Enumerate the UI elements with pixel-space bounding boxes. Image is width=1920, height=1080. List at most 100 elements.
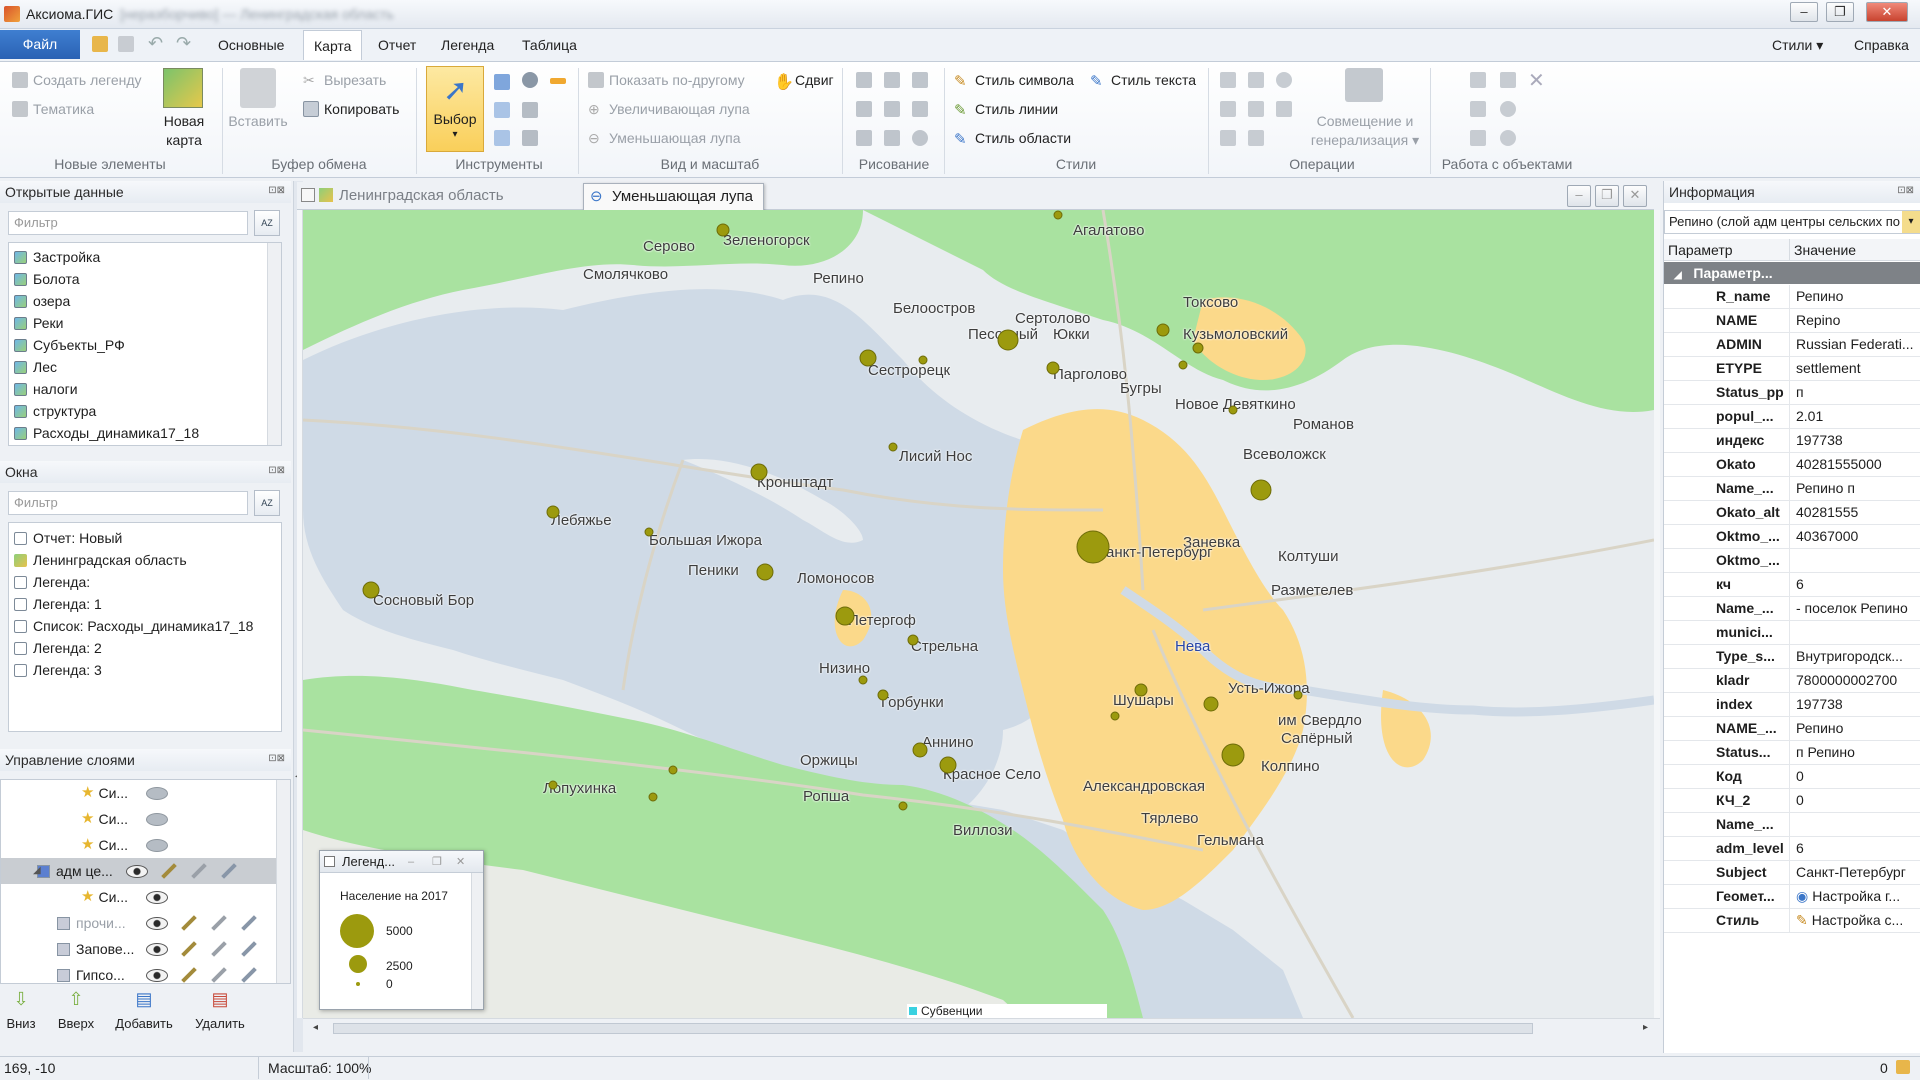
layer-row[interactable]: Гипсо... (1, 962, 290, 983)
layer-row[interactable]: Запове... (1, 936, 290, 962)
edit-pen-icon[interactable] (181, 915, 197, 931)
layer-row[interactable]: ★ Си... (1, 832, 290, 858)
info-row[interactable]: R_name Репино (1664, 285, 1920, 309)
op-1-icon[interactable] (1220, 72, 1236, 88)
population-symbol[interactable] (918, 355, 928, 365)
visibility-eye-icon[interactable] (146, 890, 169, 904)
info-row[interactable]: Status_pp п (1664, 381, 1920, 405)
population-symbol[interactable] (1134, 683, 1148, 697)
open-data-item[interactable]: Реки (9, 312, 281, 334)
legend-close-button[interactable]: ✕ (456, 851, 465, 873)
edit-pen-icon[interactable] (161, 863, 177, 879)
info-row[interactable]: Стиль ✎ Настройка с... (1664, 909, 1920, 933)
op-8-icon[interactable] (1248, 130, 1264, 146)
hammer-icon[interactable] (1345, 68, 1383, 102)
open-data-item[interactable]: Расходы_динамика17_18 (9, 422, 281, 444)
panel-pin-icon[interactable]: ⊡⊠ (268, 753, 285, 764)
zoom-in-button[interactable]: ⊕ Увеличивающая лупа (588, 101, 750, 117)
visibility-eye-icon[interactable] (146, 838, 169, 852)
open-data-filter-input[interactable]: Фильтр (8, 211, 248, 235)
tab-file[interactable]: Файл (0, 30, 80, 59)
op-5-icon[interactable] (1248, 101, 1264, 117)
population-symbol[interactable] (750, 463, 768, 481)
pan-button[interactable]: ✋ Сдвиг (774, 72, 834, 91)
population-symbol[interactable] (1192, 342, 1204, 354)
map-minimize-button[interactable]: – (1567, 185, 1591, 207)
select-all-icon[interactable] (494, 130, 510, 146)
population-symbol[interactable] (1046, 361, 1060, 375)
draw-rect-icon[interactable] (912, 72, 928, 88)
info-row[interactable]: ADMIN Russian Federati... (1664, 333, 1920, 357)
layer-row[interactable]: ★ Си... (1, 806, 290, 832)
create-legend-button[interactable]: Создать легенду (12, 72, 142, 88)
map-canvas[interactable]: Агалатово Серово Зеленогорск Смолячково Репи… (303, 210, 1654, 1018)
visibility-eye-icon[interactable] (146, 812, 169, 826)
info-row[interactable]: Код 0 (1664, 765, 1920, 789)
draw-polyline-icon[interactable] (884, 101, 900, 117)
cut-button[interactable]: ✂ Вырезать (303, 72, 386, 88)
obj-2-icon[interactable] (1500, 72, 1516, 88)
map-horizontal-scrollbar[interactable]: ◂ ▸ (303, 1018, 1660, 1038)
open-data-item[interactable]: Субъекты_РФ (9, 334, 281, 356)
label-icon[interactable] (241, 915, 257, 931)
layer-remove-button[interactable]: ▤ Удалить (190, 989, 250, 1031)
area-style-button[interactable]: ✎ Стиль области (954, 130, 1071, 148)
paste-label[interactable]: Вставить (226, 112, 290, 131)
panel-pin-icon[interactable]: ⊡⊠ (1897, 185, 1914, 196)
info-row[interactable]: index 197738 (1664, 693, 1920, 717)
zoom-out-button[interactable]: ⊖ Уменьшающая лупа (588, 130, 741, 146)
obj-4-icon[interactable] (1500, 101, 1516, 117)
select-polygon-icon[interactable] (522, 102, 538, 118)
population-symbol[interactable] (648, 792, 658, 802)
tab-map[interactable]: Карта (303, 30, 363, 60)
select-pen-icon[interactable] (211, 967, 227, 983)
population-symbol[interactable] (362, 581, 380, 599)
edit-pen-icon[interactable] (181, 967, 197, 983)
select-pen-icon[interactable] (191, 863, 207, 879)
label-icon[interactable] (221, 863, 237, 879)
sort-az-icon[interactable]: AZ (254, 490, 280, 516)
info-row[interactable]: adm_level 6 (1664, 837, 1920, 861)
draw-point-icon[interactable] (856, 72, 872, 88)
scroll-thumb[interactable] (333, 1023, 1533, 1034)
info-row[interactable]: Type_s... Внутригородск... (1664, 645, 1920, 669)
info-row[interactable]: Okato 40281555000 (1664, 453, 1920, 477)
select-pen-icon[interactable] (211, 941, 227, 957)
open-data-item[interactable]: структура (9, 400, 281, 422)
info-row[interactable]: popul_... 2.01 (1664, 405, 1920, 429)
layer-row[interactable]: прочи... (1, 910, 290, 936)
population-symbol[interactable] (1250, 479, 1272, 501)
help-menu[interactable]: Справка ▾ (1844, 30, 1920, 83)
window-item[interactable]: Легенда: 1 (9, 593, 281, 615)
ruler-icon[interactable] (550, 78, 566, 84)
population-symbol[interactable] (1221, 743, 1245, 767)
thematic-button[interactable]: Тематика (12, 101, 94, 117)
draw-polygon-icon[interactable] (884, 72, 900, 88)
tab-table[interactable]: Таблица (512, 30, 587, 60)
info-object-selector[interactable]: Репино (слой адм центры сельских по ▾ (1664, 210, 1920, 234)
col-value[interactable]: Значение (1789, 239, 1920, 260)
obj-3-icon[interactable] (1470, 101, 1486, 117)
window-item[interactable]: Ленинградская область (9, 549, 281, 571)
draw-ellipse-icon[interactable] (912, 130, 928, 146)
draw-freehand-icon[interactable] (884, 130, 900, 146)
window-item[interactable]: Легенда: 2 (9, 637, 281, 659)
population-symbol[interactable] (1293, 690, 1303, 700)
symbol-style-button[interactable]: ✎ Стиль символа (954, 72, 1074, 90)
info-row[interactable]: Name_... - поселок Репино (1664, 597, 1920, 621)
show-other-button[interactable]: Показать по-другому (588, 72, 745, 88)
open-data-item[interactable]: налоги (9, 378, 281, 400)
population-symbol[interactable] (898, 801, 908, 811)
population-symbol[interactable] (1203, 696, 1219, 712)
info-group-row[interactable]: ◢ Параметр... (1664, 262, 1920, 284)
window-item[interactable]: Список: Расходы_динамика17_18 (9, 615, 281, 637)
layer-row[interactable]: ★ Си... (1, 884, 290, 910)
obj-6-icon[interactable] (1500, 130, 1516, 146)
visibility-eye-icon[interactable] (146, 968, 168, 982)
save-icon[interactable] (118, 36, 134, 52)
info-row[interactable]: Oktmo_... (1664, 549, 1920, 573)
select-rect-icon[interactable] (494, 74, 510, 90)
population-symbol[interactable] (997, 329, 1019, 351)
info-row[interactable]: Oktmo_... 40367000 (1664, 525, 1920, 549)
edit-pen-icon[interactable] (181, 941, 197, 957)
